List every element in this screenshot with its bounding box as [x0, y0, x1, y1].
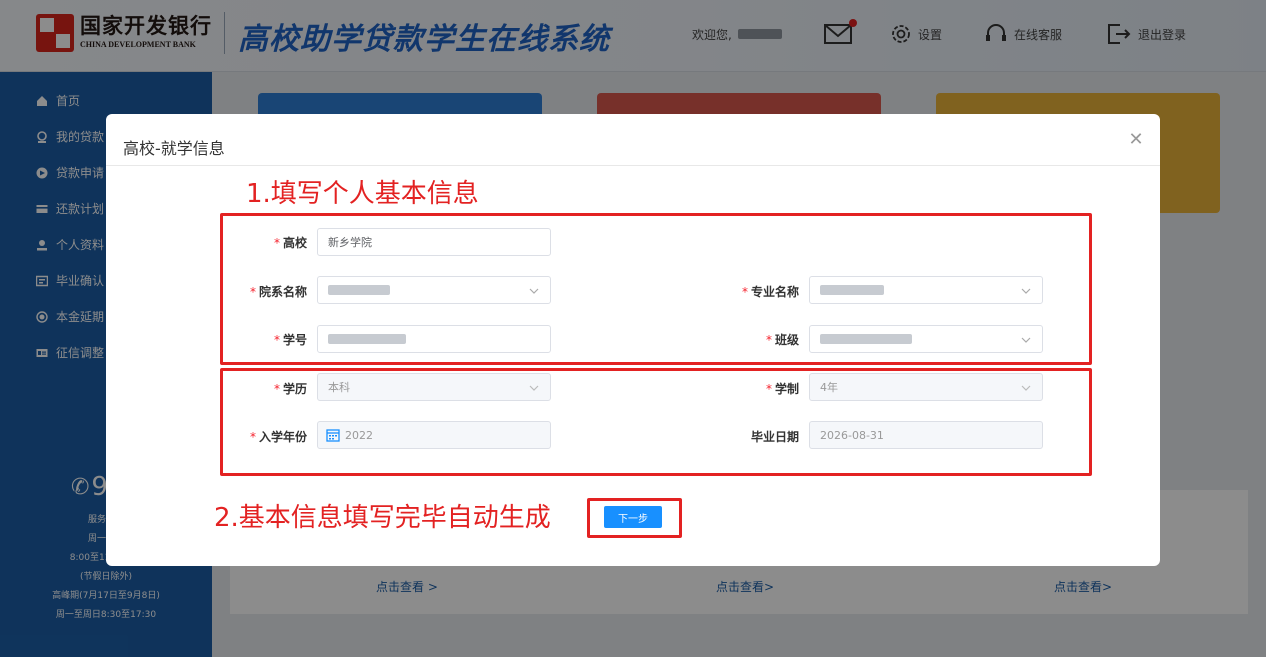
major-label: * 专业名称: [741, 285, 799, 299]
graduation-date-field: 2026-08-31: [809, 421, 1043, 449]
department-label: * 院系名称: [249, 285, 307, 299]
chevron-down-icon: [1021, 385, 1031, 391]
class-select[interactable]: [809, 325, 1043, 353]
graduation-date-value: 2026-08-31: [820, 428, 884, 442]
duration-value: 4年: [820, 381, 838, 394]
department-select[interactable]: [317, 276, 551, 304]
education-label: * 学历: [273, 382, 307, 396]
chevron-down-icon: [529, 288, 539, 294]
close-icon[interactable]: ✕: [1126, 130, 1146, 150]
annotation-step-2: 2.基本信息填写完毕自动生成: [214, 503, 551, 533]
class-value-blurred: [820, 334, 912, 344]
enroll-year-value: 2022: [345, 428, 373, 442]
department-value-blurred: [328, 285, 390, 295]
modal-title: 高校-就学信息: [123, 139, 225, 158]
chevron-down-icon: [1021, 337, 1031, 343]
school-value: 新乡学院: [328, 236, 372, 249]
school-input[interactable]: 新乡学院: [317, 228, 551, 256]
student-id-input[interactable]: [317, 325, 551, 353]
major-value-blurred: [820, 285, 884, 295]
student-id-value-blurred: [328, 334, 406, 344]
duration-label: * 学制: [765, 382, 799, 396]
chevron-down-icon: [529, 385, 539, 391]
enroll-year-label: * 入学年份: [249, 430, 307, 444]
next-step-button[interactable]: 下一步: [604, 506, 662, 528]
chevron-down-icon: [1021, 288, 1031, 294]
student-id-label: * 学号: [273, 333, 307, 347]
annotation-step-1: 1.填写个人基本信息: [246, 179, 479, 209]
school-label: * 高校: [273, 236, 307, 250]
education-value: 本科: [328, 381, 350, 394]
class-label: * 班级: [765, 333, 799, 347]
modal-header: 高校-就学信息 ✕: [106, 114, 1160, 166]
major-select[interactable]: [809, 276, 1043, 304]
duration-select[interactable]: 4年: [809, 373, 1043, 401]
education-select[interactable]: 本科: [317, 373, 551, 401]
calendar-icon: [326, 428, 340, 442]
graduation-date-label: 毕业日期: [750, 430, 799, 444]
enroll-year-picker[interactable]: 2022: [317, 421, 551, 449]
